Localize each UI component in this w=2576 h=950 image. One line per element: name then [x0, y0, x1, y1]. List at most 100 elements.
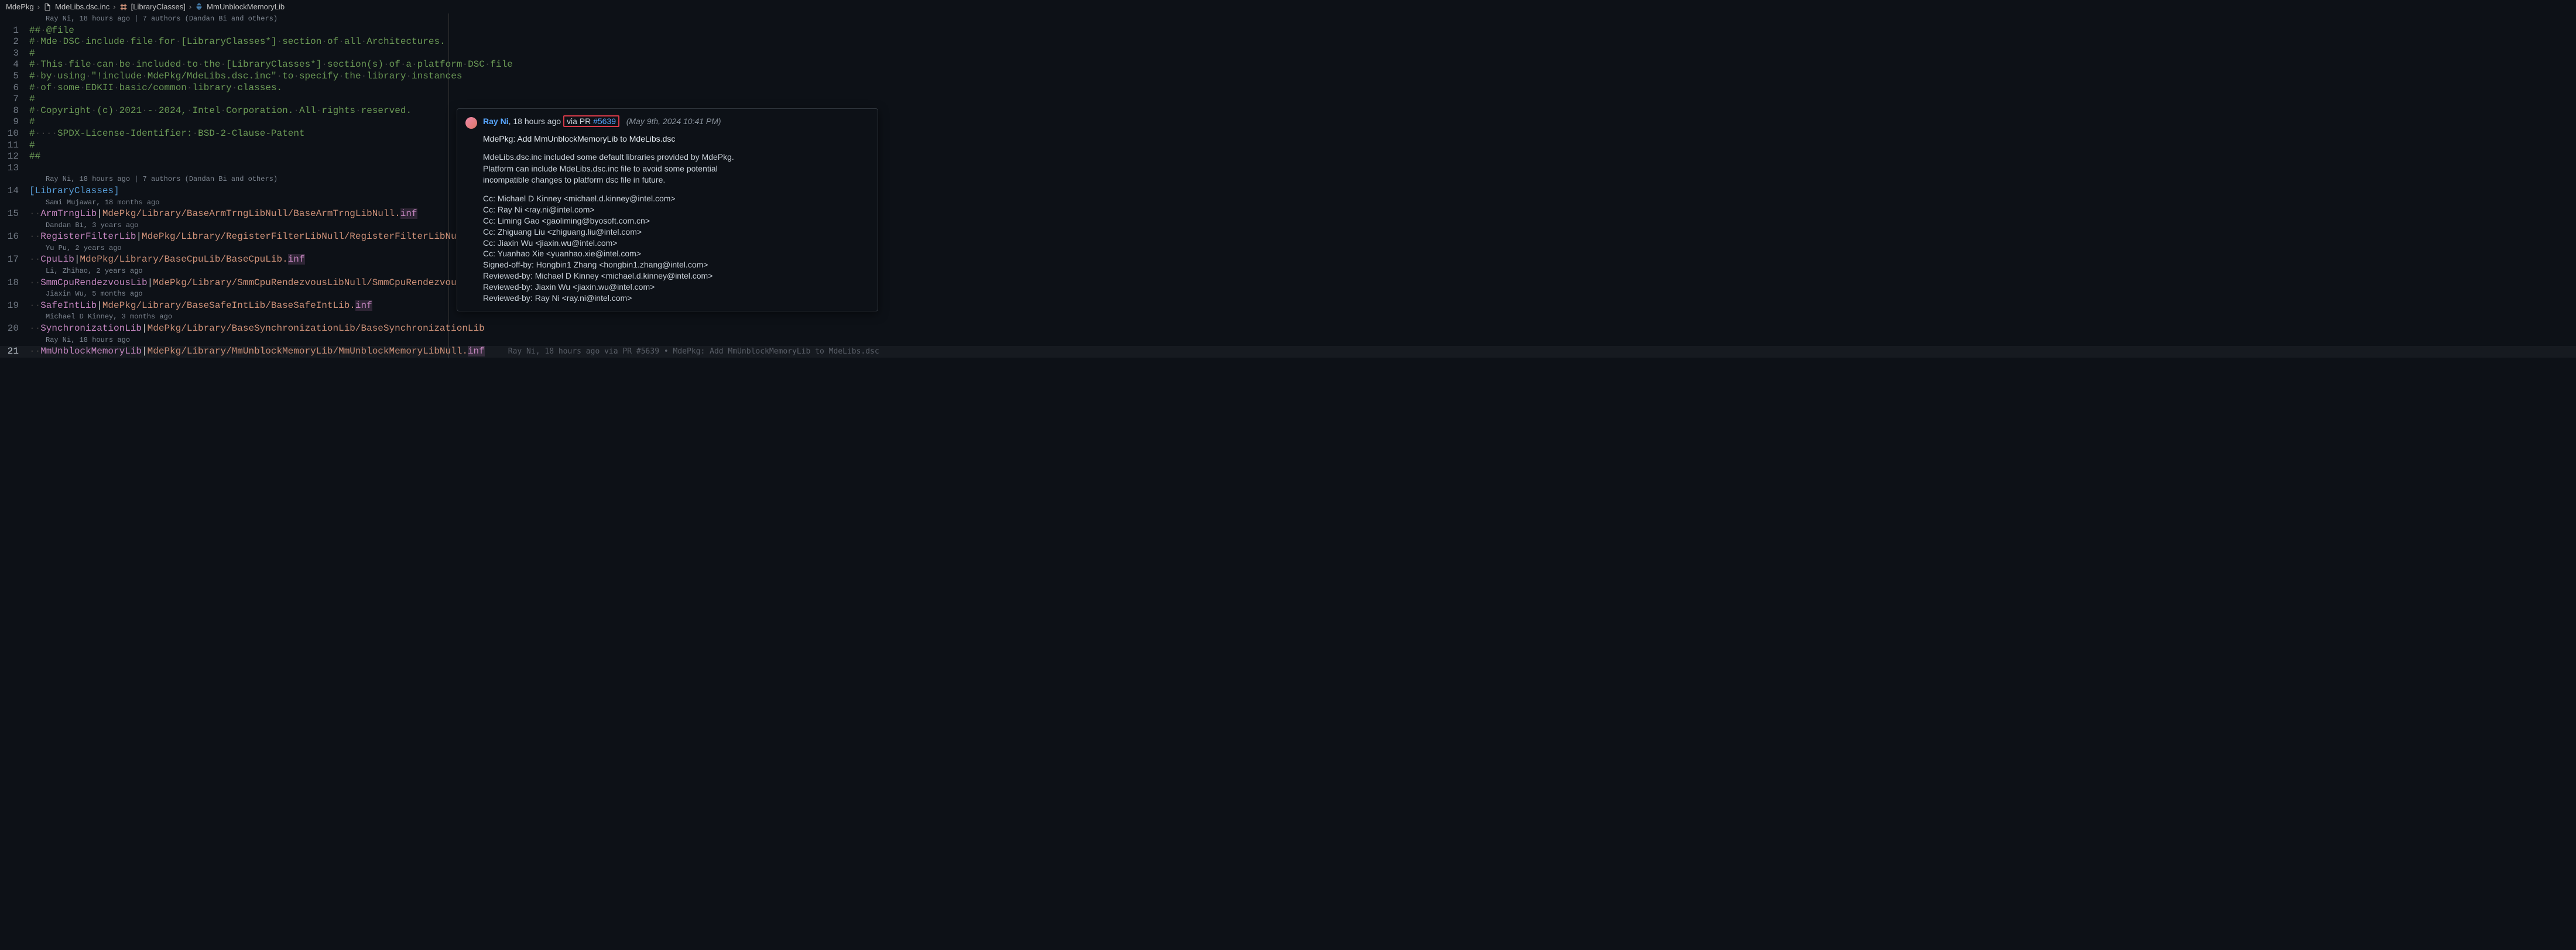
library-key: CpuLib: [40, 254, 74, 265]
code-line[interactable]: 2#·Mde·DSC·include·file·for·[LibraryClas…: [0, 36, 2576, 48]
line-number: 6: [0, 83, 29, 94]
breadcrumb: MdePkg › MdeLibs.dsc.inc › [LibraryClass…: [0, 0, 2576, 13]
file-extension: inf: [288, 254, 305, 265]
symbol-key-icon: [195, 3, 203, 11]
library-path: MdePkg/Library/BaseCpuLib/BaseCpuLib.: [80, 254, 287, 265]
blame-annotation[interactable]: Li, Zhihao, 2 years ago: [0, 266, 2576, 277]
breadcrumb-section[interactable]: [LibraryClasses]: [131, 2, 186, 11]
breadcrumb-symbol[interactable]: MmUnblockMemoryLib: [207, 2, 285, 11]
avatar: [465, 117, 477, 129]
chevron-right-icon: ›: [113, 2, 115, 11]
blame-annotation[interactable]: Michael D Kinney, 3 months ago: [0, 311, 2576, 323]
commit-author-link[interactable]: Ray Ni: [483, 116, 509, 126]
line-number: 8: [0, 105, 29, 117]
file-extension: inf: [400, 208, 417, 219]
code-line[interactable]: 3#: [0, 48, 2576, 60]
library-key: SmmCpuRendezvousLib: [40, 277, 147, 288]
line-number: 11: [0, 140, 29, 152]
line-number: 18: [0, 277, 29, 289]
code-line[interactable]: 14 [LibraryClasses]: [0, 186, 2576, 197]
code-line[interactable]: 12##: [0, 151, 2576, 163]
line-number: 9: [0, 116, 29, 128]
commit-trailer: Cc: Jiaxin Wu <jiaxin.wu@intel.com>: [483, 238, 869, 249]
code-line[interactable]: 10#····SPDX-License-Identifier:·BSD-2-Cl…: [0, 128, 2576, 140]
code-line[interactable]: 13: [0, 163, 2576, 174]
code-line[interactable]: 15··ArmTrngLib|MdePkg/Library/BaseArmTrn…: [0, 208, 2576, 220]
code-line[interactable]: 8#·Copyright·(c)·2021·-·2024,·Intel·Corp…: [0, 105, 2576, 117]
commit-trailer: Reviewed-by: Jiaxin Wu <jiaxin.wu@intel.…: [483, 282, 869, 293]
code-line[interactable]: 16··RegisterFilterLib|MdePkg/Library/Reg…: [0, 231, 2576, 243]
blame-annotation[interactable]: Jiaxin Wu, 5 months ago: [0, 289, 2576, 300]
code-line[interactable]: 18··SmmCpuRendezvousLib|MdePkg/Library/S…: [0, 277, 2576, 289]
line-number: 14: [0, 186, 29, 197]
code-line[interactable]: 21··MmUnblockMemoryLib|MdePkg/Library/Mm…: [0, 346, 2576, 358]
line-number: 7: [0, 94, 29, 105]
line-number: 13: [0, 163, 29, 174]
line-number: 17: [0, 254, 29, 266]
chevron-right-icon: ›: [37, 2, 40, 11]
line-number: 16: [0, 231, 29, 243]
library-key: ArmTrngLib: [40, 208, 97, 219]
blame-annotation[interactable]: Ray Ni, 18 hours ago: [0, 335, 2576, 347]
commit-via-label: via PR: [567, 116, 593, 126]
pr-link[interactable]: #5639: [593, 116, 616, 126]
comment-text: ##: [29, 151, 40, 162]
library-path: MdePkg/Library/BaseArmTrngLibNull/BaseAr…: [102, 208, 400, 219]
commit-trailer: Cc: Ray Ni <ray.ni@intel.com>: [483, 204, 869, 215]
library-path: MdePkg/Library/SmmCpuRendezvousLibNull/S…: [153, 277, 485, 288]
code-line[interactable]: 7#: [0, 94, 2576, 105]
blame-annotation[interactable]: Sami Mujawar, 18 months ago: [0, 197, 2576, 209]
commit-when: , 18 hours ago: [509, 116, 563, 126]
line-number: 10: [0, 128, 29, 140]
commit-trailer: Reviewed-by: Michael D Kinney <michael.d…: [483, 270, 869, 282]
code-line[interactable]: 1##·@file: [0, 25, 2576, 37]
commit-trailer: Cc: Liming Gao <gaoliming@byosoft.com.cn…: [483, 215, 869, 227]
breadcrumb-root[interactable]: MdePkg: [6, 2, 34, 11]
library-path: MdePkg/Library/BaseSynchronizationLib/Ba…: [148, 323, 485, 334]
library-path: MdePkg/Library/RegisterFilterLibNull/Reg…: [142, 231, 474, 242]
library-key: MmUnblockMemoryLib: [40, 346, 142, 356]
code-line[interactable]: 6#·of·some·EDKII·basic/common·library·cl…: [0, 83, 2576, 94]
file-extension: inf: [468, 346, 485, 356]
comment-text: #·Mde·DSC·include·file·for·[LibraryClass…: [29, 36, 446, 47]
commit-subject: MdePkg: Add MmUnblockMemoryLib to MdeLib…: [483, 133, 869, 145]
line-number: 2: [0, 36, 29, 48]
code-line[interactable]: 20··SynchronizationLib|MdePkg/Library/Ba…: [0, 323, 2576, 335]
blame-annotation[interactable]: Yu Pu, 2 years ago: [0, 243, 2576, 255]
line-number: 1: [0, 25, 29, 37]
code-line[interactable]: 19··SafeIntLib|MdePkg/Library/BaseSafeIn…: [0, 300, 2576, 312]
comment-text: ##·@file: [29, 25, 74, 36]
commit-trailer: Cc: Michael D Kinney <michael.d.kinney@i…: [483, 193, 869, 204]
line-number: 3: [0, 48, 29, 60]
commit-trailer: Reviewed-by: Ray Ni <ray.ni@intel.com>: [483, 293, 869, 304]
comment-text: #·Copyright·(c)·2021·-·2024,·Intel·Corpo…: [29, 105, 412, 116]
commit-body: MdeLibs.dsc.inc included some default li…: [483, 152, 869, 186]
comment-text: #: [29, 48, 35, 59]
line-number: 21: [0, 346, 29, 358]
breadcrumb-file[interactable]: MdeLibs.dsc.inc: [55, 2, 109, 11]
code-line[interactable]: 11#: [0, 140, 2576, 152]
inline-blame[interactable]: Ray Ni, 18 hours ago via PR #5639 • MdeP…: [508, 347, 879, 356]
comment-text: #·of·some·EDKII·basic/common·library·cla…: [29, 83, 282, 93]
line-number: 12: [0, 151, 29, 163]
library-key: SynchronizationLib: [40, 323, 142, 334]
comment-text: #·by·using·"!include·MdePkg/MdeLibs.dsc.…: [29, 71, 462, 81]
line-number: 5: [0, 71, 29, 83]
blame-annotation[interactable]: Dandan Bi, 3 years ago: [0, 220, 2576, 232]
code-line[interactable]: 5#·by·using·"!include·MdePkg/MdeLibs.dsc…: [0, 71, 2576, 83]
blame-annotation[interactable]: Ray Ni, 18 hours ago | 7 authors (Dandan…: [0, 174, 2576, 186]
code-line[interactable]: 9#: [0, 116, 2576, 128]
comment-text: #: [29, 94, 35, 104]
code-line[interactable]: 17··CpuLib|MdePkg/Library/BaseCpuLib/Bas…: [0, 254, 2576, 266]
code-line[interactable]: 4#·This·file·can·be·included·to·the·[Lib…: [0, 59, 2576, 71]
line-number: 15: [0, 208, 29, 220]
commit-timestamp: (May 9th, 2024 10:41 PM): [626, 116, 721, 126]
comment-text: #: [29, 140, 35, 150]
chevron-right-icon: ›: [189, 2, 191, 11]
commit-hover-popup: Ray Ni, 18 hours ago via PR #5639 (May 9…: [457, 108, 878, 311]
line-number: 20: [0, 323, 29, 335]
blame-annotation[interactable]: Ray Ni, 18 hours ago | 7 authors (Dandan…: [0, 13, 2576, 25]
file-extension: inf: [355, 300, 372, 311]
editor[interactable]: Ray Ni, 18 hours ago | 7 authors (Dandan…: [0, 13, 2576, 358]
commit-trailers: Cc: Michael D Kinney <michael.d.kinney@i…: [483, 193, 869, 304]
